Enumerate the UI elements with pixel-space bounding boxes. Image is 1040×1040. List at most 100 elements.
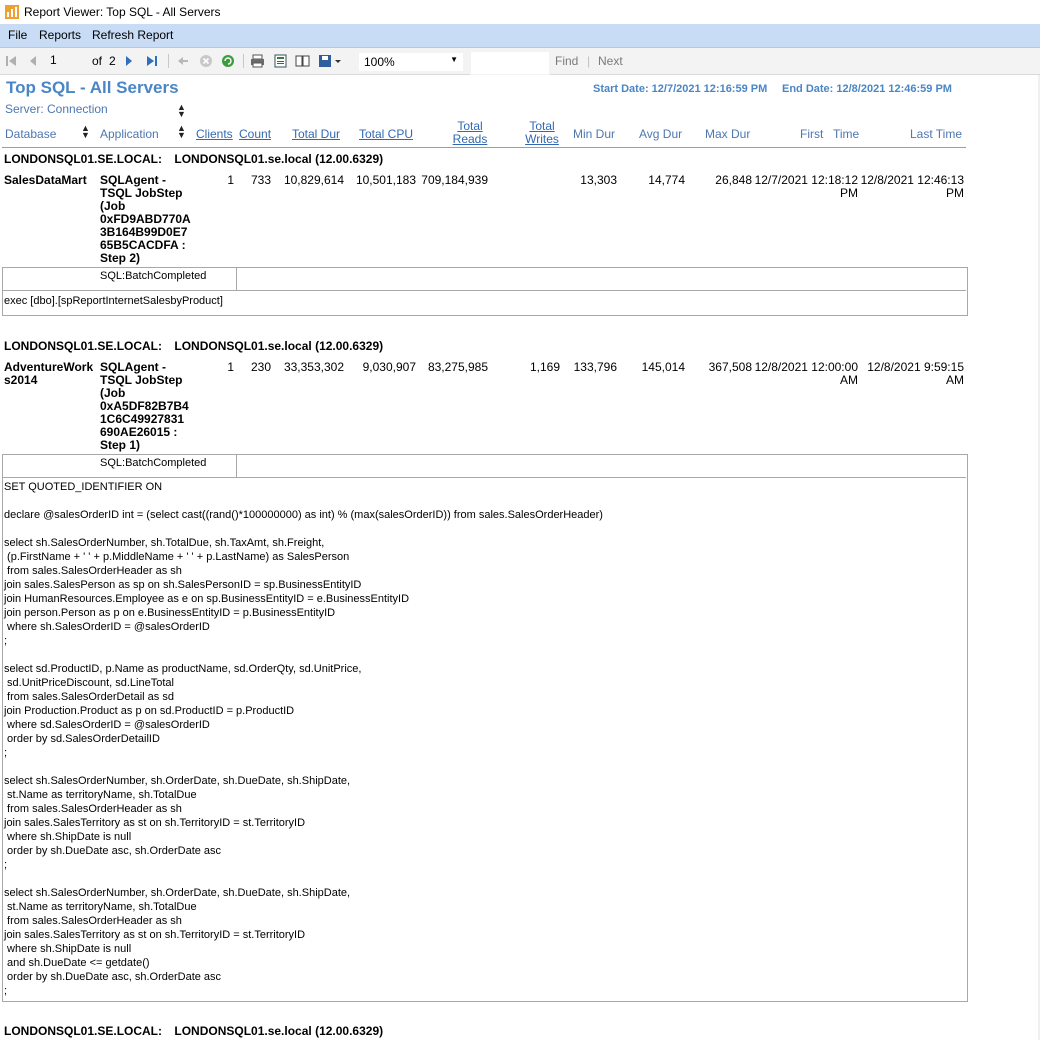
last-page-icon[interactable] — [144, 52, 160, 70]
row-first-time: 12/8/2021 12:00:00 AM — [754, 361, 858, 387]
row-total-cpu: 9,030,907 — [362, 360, 416, 374]
row-min-dur: 133,796 — [573, 360, 617, 374]
menu-file[interactable]: File — [8, 28, 27, 42]
row-database: AdventureWork s2014 — [4, 361, 98, 387]
row-count: 733 — [250, 173, 271, 187]
row-total-reads: 83,275,985 — [427, 360, 488, 374]
row-total-reads: 709,184,939 — [421, 173, 488, 187]
row-max-dur: 26,848 — [715, 173, 752, 187]
next-button[interactable]: Next — [598, 54, 623, 68]
row-total-cpu: 10,501,183 — [355, 173, 416, 187]
row-first-time: 12/7/2021 12:18:12 PM — [754, 174, 858, 200]
event-divider — [2, 290, 966, 291]
page-number-input[interactable] — [50, 52, 80, 68]
row-min-dur: 13,303 — [580, 173, 617, 187]
col-total-reads-line2: Reads — [452, 132, 488, 146]
end-date: End Date: 12/8/2021 12:46:59 PM — [782, 83, 952, 95]
report-app-icon — [5, 5, 19, 19]
row-total-dur: 33,353,302 — [283, 360, 344, 374]
connection-name: LONDONSQL01.se.local (12.00.6329) — [174, 339, 384, 353]
find-button[interactable]: Find — [555, 54, 578, 68]
event-class: SQL:BatchCompleted — [100, 270, 207, 282]
previous-page-icon[interactable] — [26, 52, 40, 70]
col-total-dur[interactable]: Total Dur — [292, 127, 340, 141]
row-database: SalesDataMart — [4, 173, 87, 187]
col-first-time-b: Time — [833, 127, 860, 141]
row-max-dur: 367,508 — [708, 360, 752, 374]
menu-refresh-report[interactable]: Refresh Report — [92, 28, 173, 42]
page-total-label: 2 — [109, 54, 116, 68]
last-time-line: PM — [946, 186, 964, 200]
refresh-icon[interactable] — [220, 52, 236, 70]
sort-icon[interactable]: ▲ ▼ — [81, 124, 90, 140]
row-avg-dur: 145,014 — [641, 360, 685, 374]
print-layout-icon[interactable] — [272, 52, 288, 70]
menu-bar: File Reports Refresh Report — [0, 24, 1040, 48]
first-time-line: AM — [840, 373, 858, 387]
title-bar: Report Viewer: Top SQL - All Servers — [0, 0, 1040, 24]
row-total-dur: 10,829,614 — [283, 173, 344, 187]
col-total-reads[interactable]: Total Reads — [452, 120, 488, 146]
row-avg-dur: 14,774 — [648, 173, 685, 187]
server-name: LONDONSQL01.SE.LOCAL: — [4, 1024, 163, 1038]
col-total-writes[interactable]: Total Writes — [522, 120, 562, 146]
sort-icon[interactable]: ▲ ▼ — [177, 103, 186, 119]
chevron-down-icon: ▼ — [450, 55, 458, 64]
zoom-select[interactable]: 100% ▼ — [358, 52, 464, 72]
zoom-value: 100% — [364, 55, 395, 69]
col-min-dur: Min Dur — [573, 127, 616, 141]
col-application[interactable]: Application — [100, 127, 159, 141]
group-server-3: LONDONSQL01.SE.LOCAL: LONDONSQL01.se.loc… — [4, 1024, 383, 1038]
sql-text: exec [dbo].[spReportInternetSalesbyProdu… — [4, 295, 223, 307]
back-icon[interactable] — [176, 52, 190, 70]
col-database[interactable]: Database — [5, 127, 56, 141]
col-total-cpu[interactable]: Total CPU — [359, 127, 413, 141]
start-date: Start Date: 12/7/2021 12:16:59 PM — [593, 83, 768, 95]
connection-name: LONDONSQL01.se.local (12.00.6329) — [174, 1024, 384, 1038]
report-body: Top SQL - All Servers Start Date: 12/7/2… — [0, 75, 1040, 1040]
col-count[interactable]: Count — [239, 127, 271, 141]
toolbar-separator — [243, 54, 244, 68]
last-time-line: AM — [946, 373, 964, 387]
print-icon[interactable] — [249, 52, 265, 70]
event-divider — [2, 477, 966, 478]
find-input[interactable] — [470, 51, 550, 75]
row-count: 230 — [250, 360, 271, 374]
col-first-time-a: First — [800, 127, 824, 141]
col-total-writes-line2: Writes — [525, 132, 559, 146]
export-icon[interactable] — [317, 52, 343, 70]
row-clients: 1 — [227, 360, 234, 374]
menu-reports[interactable]: Reports — [39, 28, 81, 42]
stop-icon[interactable] — [198, 52, 214, 70]
row-application: SQLAgent - TSQL JobStep (Job 0xA5DF82B7B… — [100, 361, 200, 452]
col-avg-dur: Avg Dur — [639, 127, 683, 141]
row-total-writes: 1,169 — [529, 360, 560, 374]
row-application: SQLAgent - TSQL JobStep (Job 0xFD9ABD770… — [100, 174, 200, 265]
group-server-2: LONDONSQL01.SE.LOCAL: LONDONSQL01.se.loc… — [4, 339, 383, 353]
col-max-dur: Max Dur — [705, 127, 751, 141]
sql-text: SET QUOTED_IDENTIFIER ON declare @salesO… — [4, 481, 603, 997]
next-page-icon[interactable] — [122, 52, 136, 70]
server-name: LONDONSQL01.SE.LOCAL: — [4, 152, 163, 166]
first-page-icon[interactable] — [4, 52, 18, 70]
row-clients: 1 — [227, 173, 234, 187]
server-connection-header[interactable]: Server: Connection — [5, 102, 108, 116]
server-name: LONDONSQL01.SE.LOCAL: — [4, 339, 163, 353]
sort-icon[interactable]: ▲ ▼ — [177, 124, 186, 140]
toolbar-separator — [168, 54, 169, 68]
header-divider — [2, 147, 966, 148]
first-time-line: PM — [840, 186, 858, 200]
connection-name: LONDONSQL01.se.local (12.00.6329) — [174, 152, 384, 166]
window-title: Report Viewer: Top SQL - All Servers — [24, 5, 221, 19]
group-server-1: LONDONSQL01.SE.LOCAL: LONDONSQL01.se.loc… — [4, 152, 383, 166]
col-clients[interactable]: Clients — [196, 127, 233, 141]
report-title: Top SQL - All Servers — [6, 78, 179, 97]
find-separator: | — [587, 54, 591, 68]
row-last-time: 12/8/2021 9:59:15 AM — [860, 361, 964, 387]
row-last-time: 12/8/2021 12:46:13 PM — [860, 174, 964, 200]
event-class: SQL:BatchCompleted — [100, 457, 207, 469]
col-last-time: Last Time — [910, 127, 963, 141]
page-setup-icon[interactable] — [294, 52, 310, 70]
app-line: Step 1) — [100, 438, 141, 452]
database-line: s2014 — [4, 373, 38, 387]
